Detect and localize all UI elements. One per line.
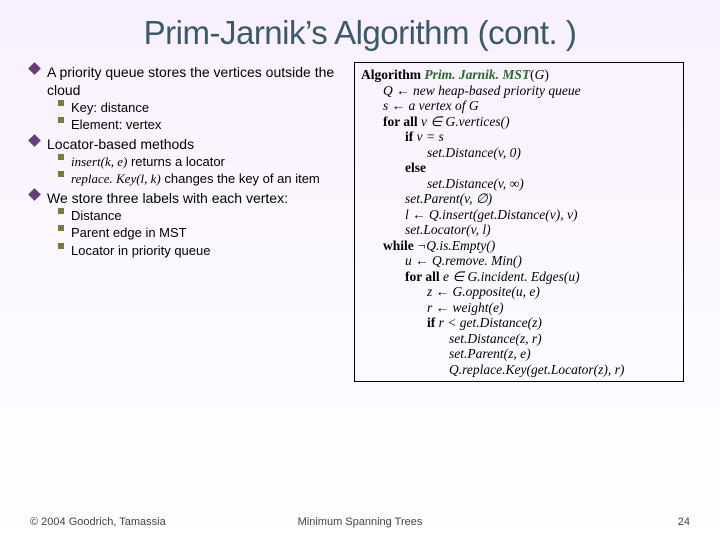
bullet-1b: Element: vertex [58,117,340,133]
bullet-3c: Locator in priority queue [58,243,340,259]
algo-line-19: Q.replace.Key(get.Locator(z), r) [361,362,677,378]
bullet-1b-text: Element: vertex [71,117,340,133]
bullet-2b-text: replace. Key(l, k) changes the key of an… [71,171,340,187]
bullet-3c-text: Locator in priority queue [71,243,340,259]
algo-line-13: for all e ∈ G.incident. Edges(u) [361,269,677,285]
page-title: Prim-Jarnik’s Algorithm (cont. ) [30,14,690,52]
page-number: 24 [678,516,690,528]
algo-line-11: while ¬Q.is.Empty() [361,238,677,254]
algo-line-5: set.Distance(v, 0) [361,145,677,161]
algo-line-16: if r < get.Distance(z) [361,315,677,331]
algorithm-box: Algorithm Prim. Jarnik. MST(G) Q ← new h… [354,62,684,382]
bullet-2a: insert(k, e) returns a locator [58,154,340,170]
square-icon [58,225,64,231]
square-icon [58,208,64,214]
algo-line-3: for all v ∈ G.vertices() [361,114,677,130]
bullet-1a-text: Key: distance [71,100,340,116]
kw-algorithm: Algorithm [361,67,424,82]
square-icon [58,154,64,160]
slide: Prim-Jarnik’s Algorithm (cont. ) A prior… [0,0,720,540]
bullet-3-text: We store three labels with each vertex: [47,190,340,208]
replacekey-args: (l, k) [136,171,161,186]
algo-paren-close: ) [544,67,549,82]
insert-tail: returns a locator [127,154,225,169]
algo-line-12: u ← Q.remove. Min() [361,253,677,269]
bullet-2-text: Locator-based methods [47,136,340,154]
algo-name: Prim. Jarnik. MST [424,67,530,82]
bullet-1-text: A priority queue stores the vertices out… [47,64,340,99]
replacekey-fn: replace. Key [71,171,136,186]
bullet-3b-text: Parent edge in MST [71,225,340,241]
insert-fn: insert [71,154,101,169]
algo-line-1: Q ← new heap-based priority queue [361,83,677,99]
bullet-2: Locator-based methods [30,136,340,154]
bullet-2a-text: insert(k, e) returns a locator [71,154,340,170]
algo-line-8: set.Parent(v, ∅) [361,191,677,207]
algo-line-9: l ← Q.insert(get.Distance(v), v) [361,207,677,223]
square-icon [58,117,64,123]
bullet-2b: replace. Key(l, k) changes the key of an… [58,171,340,187]
right-column: Algorithm Prim. Jarnik. MST(G) Q ← new h… [354,62,684,382]
square-icon [58,243,64,249]
bullet-3b: Parent edge in MST [58,225,340,241]
diamond-icon [28,188,41,201]
diamond-icon [28,62,41,75]
algo-line-2: s ← a vertex of G [361,98,677,114]
algo-line-14: z ← G.opposite(u, e) [361,284,677,300]
bullet-1: A priority queue stores the vertices out… [30,64,340,99]
content-columns: A priority queue stores the vertices out… [30,62,690,382]
algo-line-15: r ← weight(e) [361,300,677,316]
algo-line-0: Algorithm Prim. Jarnik. MST(G) [361,67,549,82]
insert-args: (k, e) [101,154,128,169]
algo-line-17: set.Distance(z, r) [361,331,677,347]
diamond-icon [28,134,41,147]
bullet-3: We store three labels with each vertex: [30,190,340,208]
bullet-1a: Key: distance [58,100,340,116]
algo-line-7: set.Distance(v, ∞) [361,176,677,192]
algo-line-4: if v = s [361,129,677,145]
algo-line-10: set.Locator(v, l) [361,222,677,238]
replacekey-tail: changes the key of an item [161,171,320,186]
left-column: A priority queue stores the vertices out… [30,62,340,382]
algo-line-6: else [361,160,677,176]
footer-title: Minimum Spanning Trees [30,516,690,528]
algo-line-18: set.Parent(z, e) [361,346,677,362]
square-icon [58,171,64,177]
square-icon [58,100,64,106]
bullet-3a-text: Distance [71,208,340,224]
algo-arg-g: G [535,67,545,82]
bullet-3a: Distance [58,208,340,224]
